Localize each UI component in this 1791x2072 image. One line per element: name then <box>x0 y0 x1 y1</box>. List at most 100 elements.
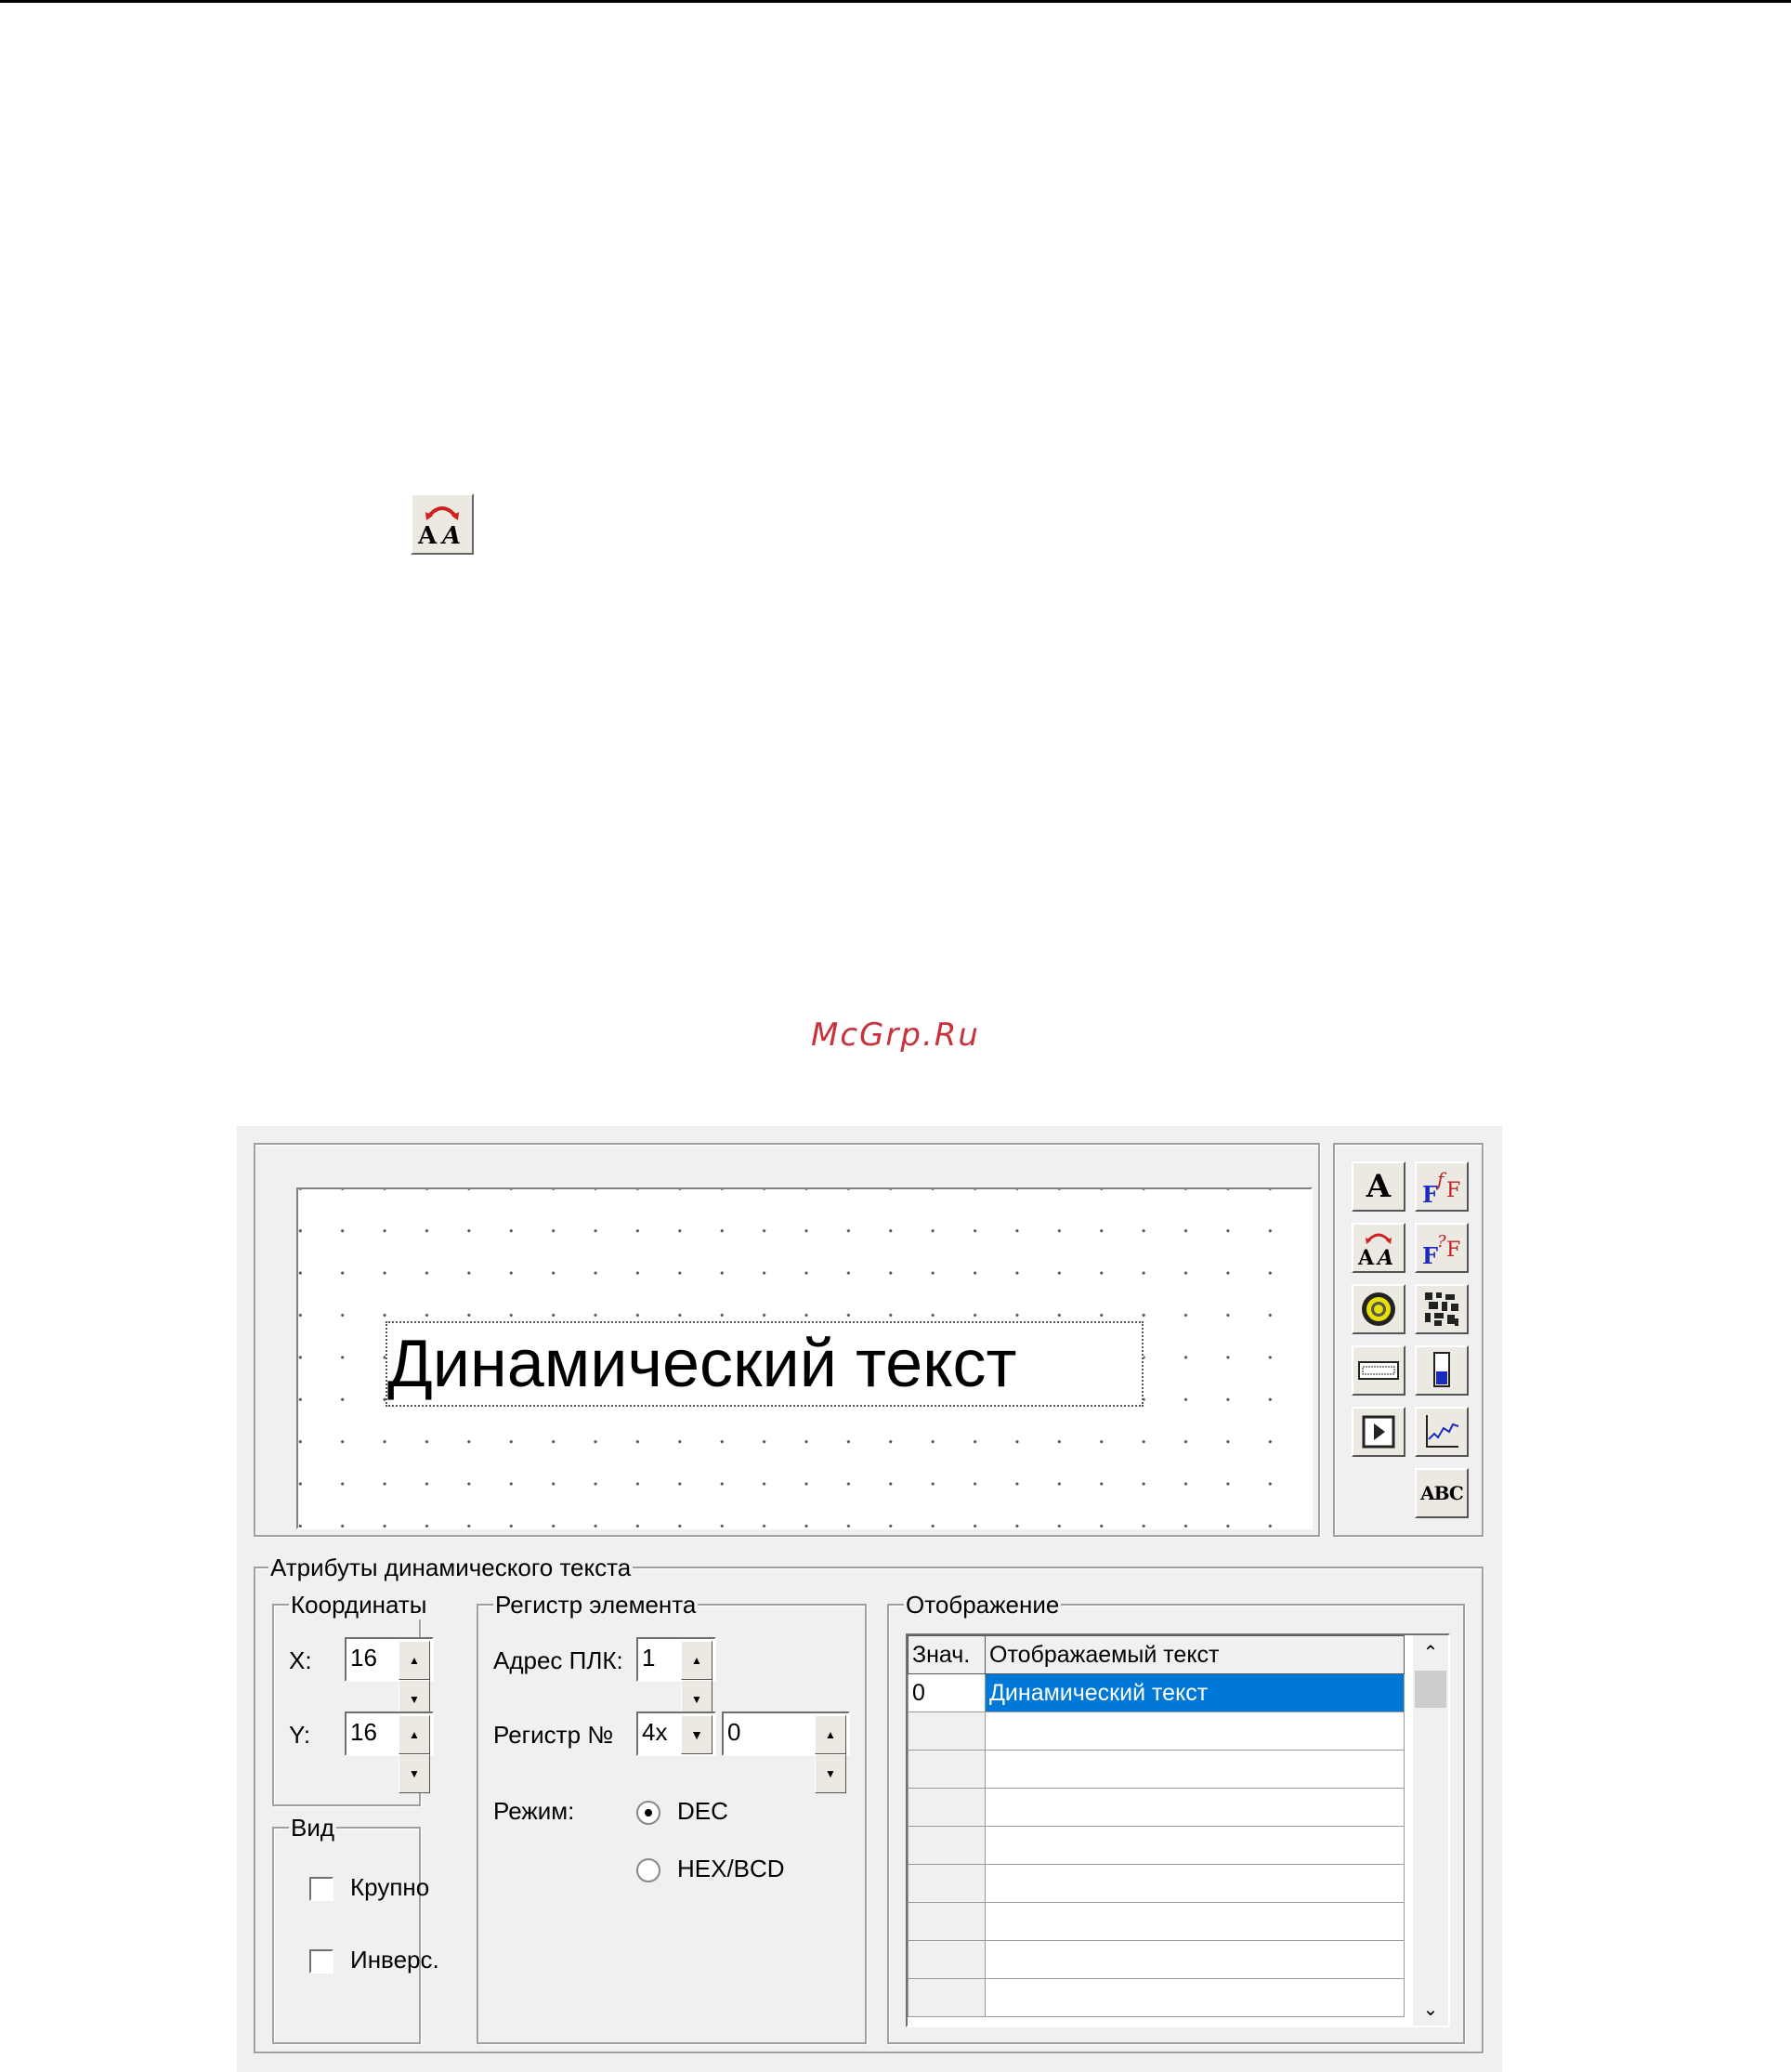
x-label: X: <box>289 1646 312 1674</box>
watermark: McGrp.Ru <box>811 1016 980 1054</box>
register-spin-arrows[interactable]: ▲ ▼ <box>815 1715 846 1793</box>
x-spin-arrows[interactable]: ▲ ▼ <box>399 1641 430 1719</box>
plc-spin-arrows[interactable]: ▲ ▼ <box>681 1641 712 1719</box>
preview-group: Динамический текст <box>254 1143 1320 1537</box>
bar-graph-tool-button[interactable] <box>1415 1345 1469 1396</box>
y-spin-arrows[interactable]: ▲ ▼ <box>399 1715 430 1793</box>
vertical-scrollbar[interactable]: ⌃ ⌄ <box>1413 1635 1448 2026</box>
display-group-title: Отображение <box>904 1591 1062 1620</box>
trend-tool-button[interactable] <box>1415 1407 1469 1457</box>
col-text-header[interactable]: Отображаемый текст <box>985 1635 1405 1674</box>
dynamic-text-dialog: Динамический текст A F f F A A F ? F ABC… <box>237 1126 1502 2072</box>
svg-text:F: F <box>1446 1239 1460 1262</box>
scroll-down-icon[interactable]: ⌄ <box>1413 1992 1448 2026</box>
table-row[interactable] <box>908 1750 1405 1789</box>
table-row[interactable]: 0 Динамический текст <box>908 1673 1405 1712</box>
table-row[interactable] <box>908 1864 1405 1903</box>
coords-group-title: Координаты <box>289 1591 429 1620</box>
invert-label: Инверс. <box>350 1946 439 1974</box>
plc-address-label: Адрес ПЛК: <box>493 1646 623 1674</box>
mode-hex-radio[interactable] <box>636 1858 660 1882</box>
mode-hex-label: HEX/BCD <box>677 1855 785 1882</box>
large-checkbox[interactable] <box>309 1877 333 1901</box>
play-button-icon <box>1362 1415 1395 1449</box>
mode-dec-label: DEC <box>677 1797 728 1825</box>
register-type-select[interactable]: 4x ▼ <box>636 1711 716 1756</box>
indicator-lamp-icon <box>1362 1292 1395 1326</box>
scroll-thumb[interactable] <box>1415 1671 1446 1708</box>
formula-icon: F f F <box>1422 1168 1460 1208</box>
dynamic-text-tool-button[interactable]: A A <box>1352 1223 1405 1273</box>
dynamic-text-element[interactable]: Динамический текст <box>386 1321 1144 1407</box>
table-row[interactable] <box>908 1826 1405 1865</box>
plc-address-value: 1 <box>642 1644 656 1672</box>
abc-icon: ABC <box>1420 1482 1464 1504</box>
mode-dec-radio[interactable] <box>636 1801 660 1825</box>
x-spinbox[interactable]: 16 ▲ ▼ <box>345 1637 434 1719</box>
up-arrow-icon[interactable]: ▲ <box>681 1641 712 1680</box>
button-tool-button[interactable] <box>1352 1407 1405 1457</box>
display-table: Знач. Отображаемый текст 0 Динамический … <box>908 1635 1405 2017</box>
register-type-dropdown[interactable]: ▼ <box>681 1715 712 1754</box>
formula-tool-button[interactable]: F f F <box>1415 1161 1469 1212</box>
col-value-header[interactable]: Знач. <box>908 1635 986 1674</box>
table-row[interactable] <box>908 1788 1405 1827</box>
svg-text:A: A <box>1357 1246 1375 1270</box>
svg-text:?: ? <box>1437 1232 1446 1252</box>
mode-label: Режим: <box>493 1797 575 1825</box>
dynamic-formula-tool-button[interactable]: F ? F <box>1415 1223 1469 1273</box>
table-row[interactable] <box>908 1711 1405 1751</box>
row0-value[interactable]: 0 <box>908 1673 986 1712</box>
scroll-up-icon[interactable]: ⌃ <box>1413 1635 1448 1669</box>
dynamic-text-tool-icon: A A <box>411 493 474 555</box>
y-value: 16 <box>350 1718 377 1746</box>
level-bar-icon <box>1433 1352 1450 1387</box>
up-arrow-icon[interactable]: ▲ <box>399 1715 430 1754</box>
svg-text:F: F <box>1446 1179 1460 1202</box>
table-header: Знач. Отображаемый текст <box>908 1635 1405 1674</box>
register-number-label: Регистр № <box>493 1721 614 1749</box>
preview-canvas[interactable]: Динамический текст <box>296 1187 1313 1529</box>
numeric-field-tool-button[interactable] <box>1352 1345 1405 1396</box>
svg-text:A: A <box>439 522 461 550</box>
dynamic-text-icon: A A <box>1357 1233 1393 1270</box>
register-type-value: 4x <box>642 1718 668 1746</box>
y-label: Y: <box>289 1721 311 1749</box>
numeric-field-icon <box>1358 1361 1399 1380</box>
bitmap-tool-button[interactable] <box>1415 1284 1469 1334</box>
display-grid[interactable]: Знач. Отображаемый текст 0 Динамический … <box>906 1633 1450 2027</box>
register-group-title: Регистр элемента <box>493 1591 699 1620</box>
abc-tool-button[interactable]: ABC <box>1415 1468 1469 1518</box>
svg-text:A: A <box>417 522 438 550</box>
table-row[interactable] <box>908 1940 1405 1979</box>
static-text-icon: A <box>1366 1168 1392 1205</box>
large-label: Крупно <box>350 1873 430 1901</box>
indicator-tool-button[interactable] <box>1352 1284 1405 1334</box>
trend-chart-icon <box>1426 1415 1459 1448</box>
down-arrow-icon[interactable]: ▼ <box>815 1754 846 1793</box>
up-arrow-icon[interactable]: ▲ <box>815 1715 846 1754</box>
x-value: 16 <box>350 1644 377 1672</box>
view-group <box>272 1827 421 2044</box>
register-number-spinbox[interactable]: 0 ▲ ▼ <box>722 1711 850 1793</box>
top-rule <box>0 0 1791 3</box>
table-row[interactable] <box>908 1902 1405 1941</box>
view-group-title: Вид <box>289 1814 337 1843</box>
svg-text:A: A <box>1376 1246 1393 1270</box>
svg-text:F: F <box>1422 1242 1438 1269</box>
row0-text[interactable]: Динамический текст <box>985 1673 1405 1712</box>
bitmap-pattern-icon <box>1425 1292 1458 1326</box>
register-number-value: 0 <box>727 1718 741 1746</box>
down-arrow-icon[interactable]: ▼ <box>399 1754 430 1793</box>
svg-text:F: F <box>1422 1181 1438 1208</box>
element-toolbox: A F f F A A F ? F ABC <box>1333 1143 1484 1537</box>
static-text-tool-button[interactable]: A <box>1352 1161 1405 1212</box>
y-spinbox[interactable]: 16 ▲ ▼ <box>345 1711 434 1793</box>
chevron-down-icon[interactable]: ▼ <box>681 1715 712 1754</box>
attributes-group-title: Атрибуты динамического текста <box>268 1554 634 1582</box>
table-row[interactable] <box>908 1978 1405 2017</box>
dynamic-formula-icon: F ? F <box>1422 1232 1460 1269</box>
up-arrow-icon[interactable]: ▲ <box>399 1641 430 1680</box>
invert-checkbox[interactable] <box>309 1949 333 1974</box>
plc-address-spinbox[interactable]: 1 ▲ ▼ <box>636 1637 716 1719</box>
